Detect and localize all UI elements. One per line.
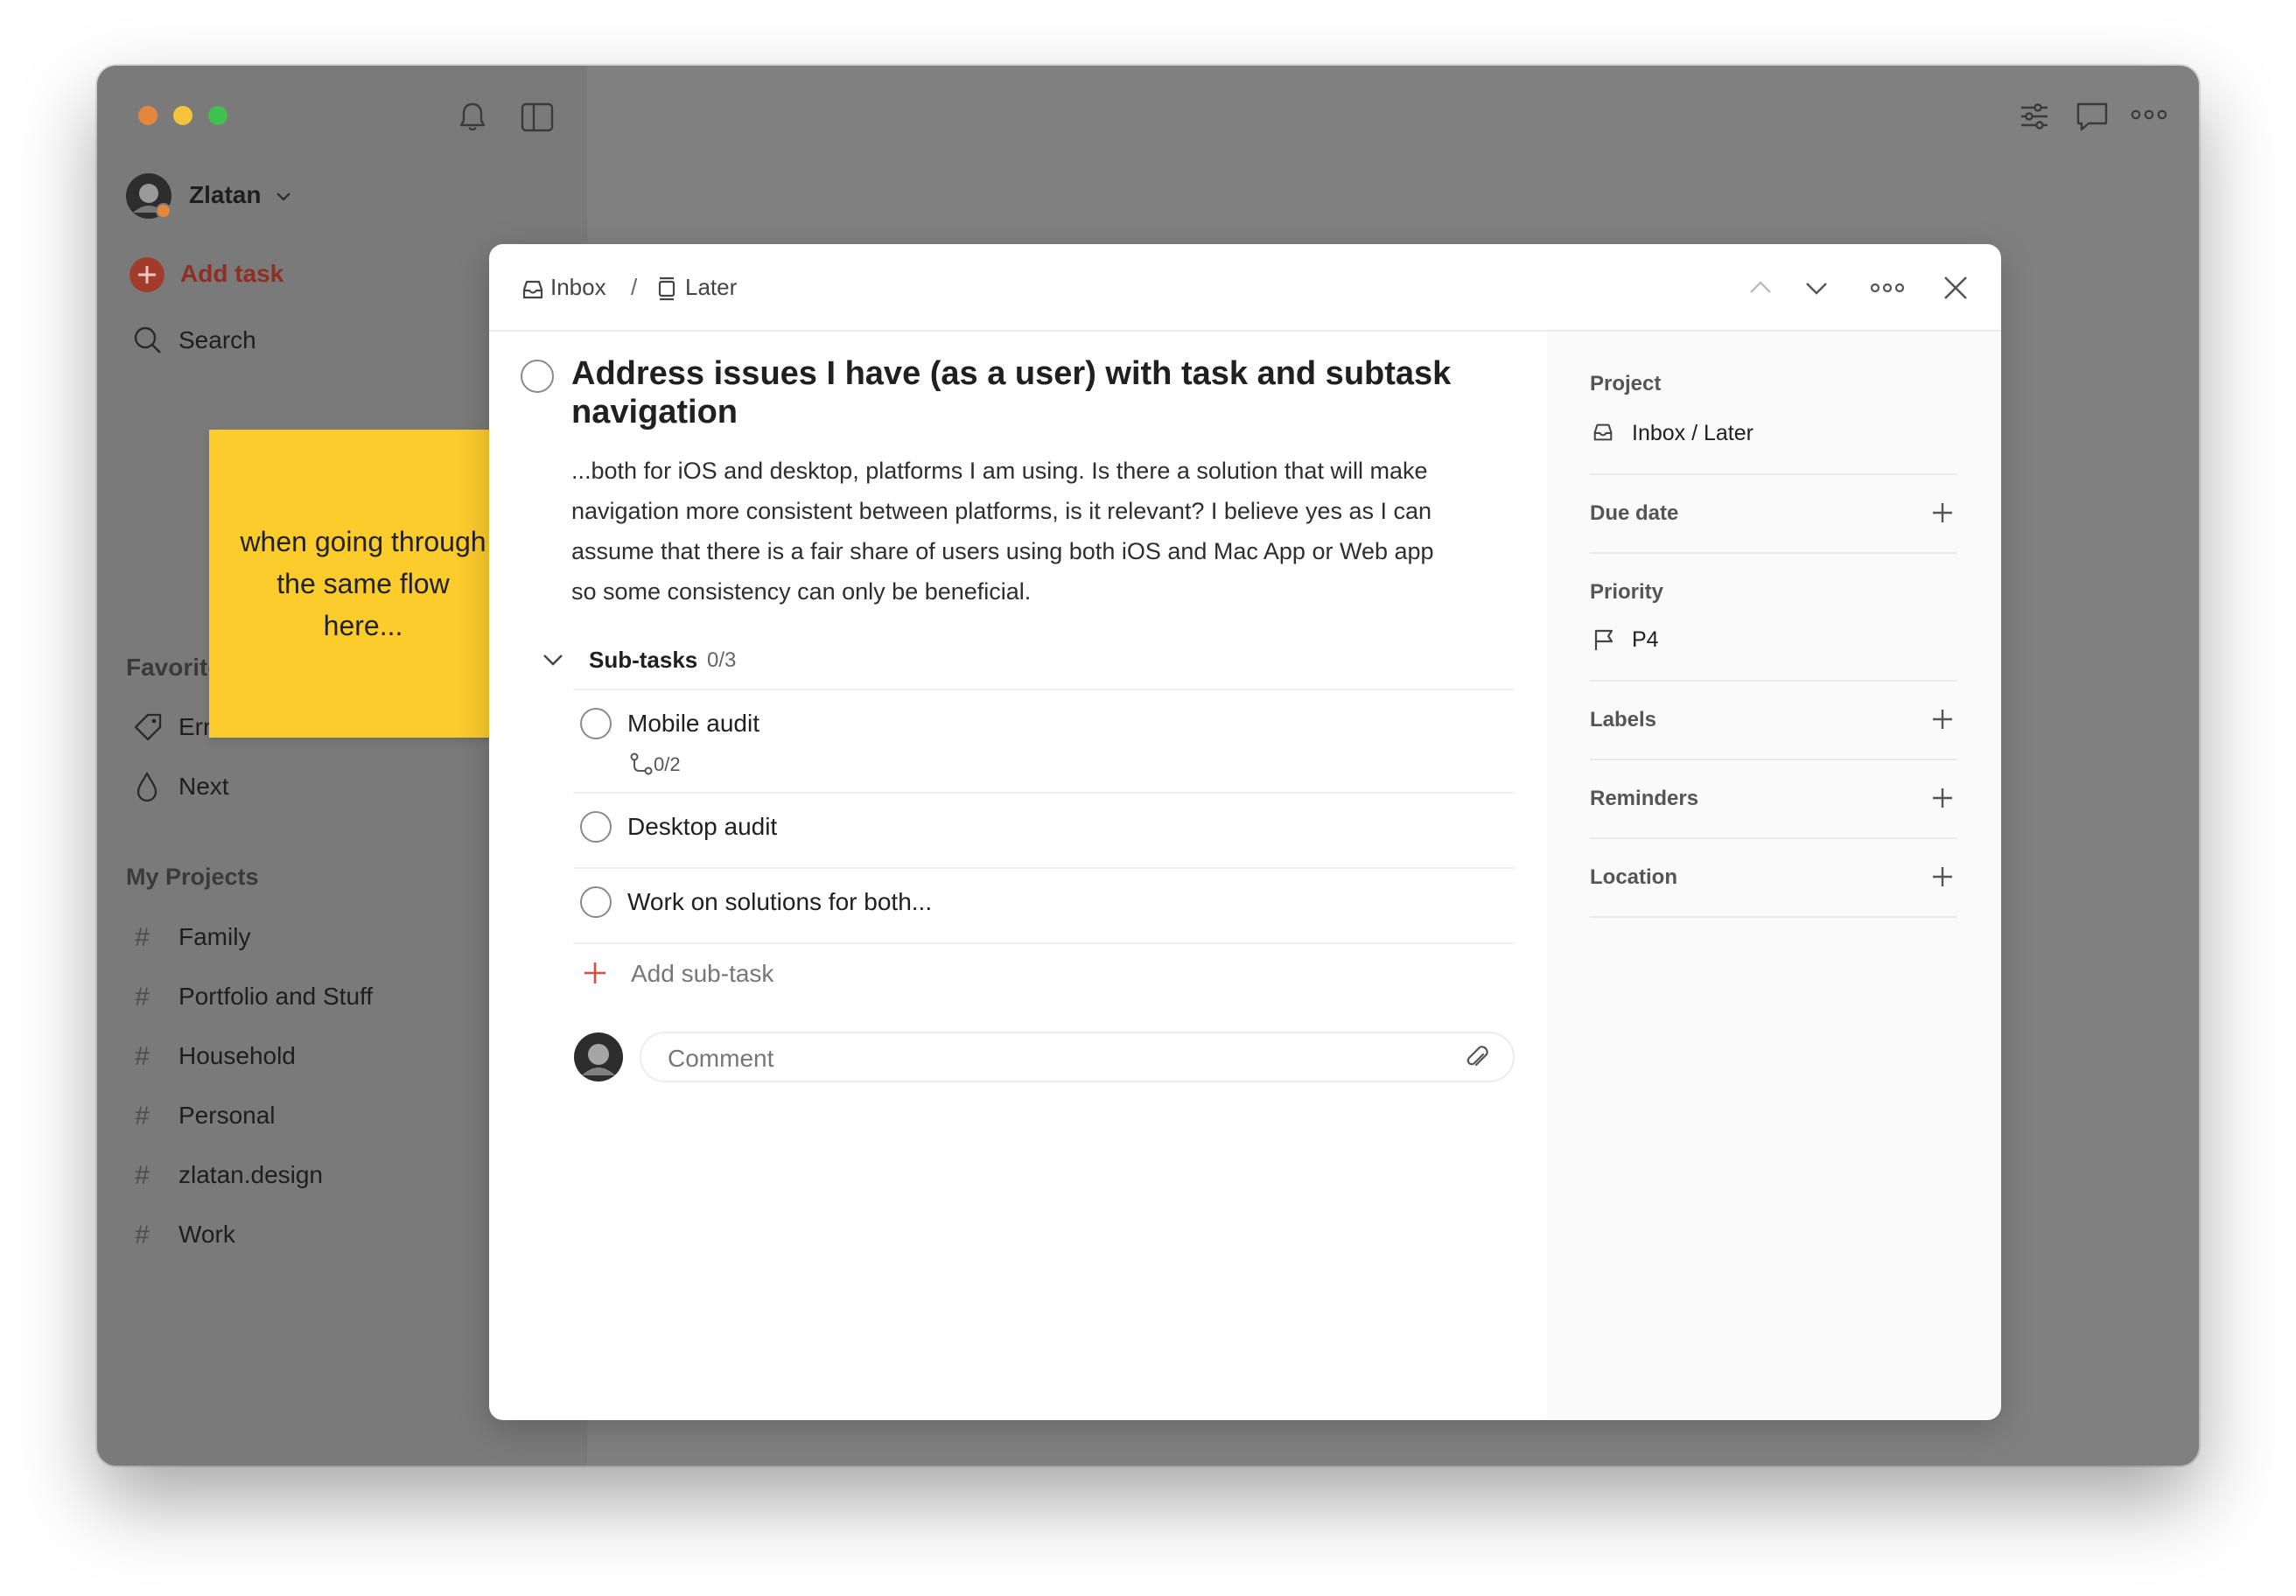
favorite-next[interactable]: Next [178, 773, 229, 801]
avatar [574, 1032, 623, 1082]
inbox-icon [522, 280, 543, 299]
location-label[interactable]: Location [1590, 865, 1677, 890]
plus-icon[interactable] [582, 960, 608, 986]
search-icon[interactable] [132, 325, 164, 356]
subtask-title[interactable]: Desktop audit [627, 813, 777, 841]
project-label: Family [178, 923, 251, 950]
description-line: ...both for iOS and desktop, platforms I… [571, 458, 1428, 484]
modal-header: Inbox / Later [489, 244, 2001, 332]
reminders-label[interactable]: Reminders [1590, 787, 1698, 811]
hash-icon: # [135, 923, 150, 952]
divider [1590, 837, 1957, 839]
comment-input[interactable]: Comment [640, 1032, 1515, 1082]
task-description[interactable]: ...both for iOS and desktop, platforms I… [571, 451, 1525, 612]
task-title[interactable]: Address issues I have (as a user) with t… [571, 354, 1508, 431]
search-button[interactable]: Search [178, 326, 256, 354]
minimize-window-button[interactable] [173, 106, 192, 125]
sticky-note-text: when going through the same flow here... [240, 526, 486, 641]
hash-icon: # [135, 1102, 150, 1130]
divider [1590, 759, 1957, 760]
description-line: so some consistency can only be benefici… [571, 578, 1032, 605]
subtask-title[interactable]: Mobile audit [627, 710, 760, 738]
divider [573, 867, 1515, 869]
chevron-up-icon[interactable] [1747, 277, 1774, 298]
close-icon[interactable] [1942, 274, 1970, 302]
breadcrumb-separator: / [631, 274, 638, 300]
labels-label[interactable]: Labels [1590, 708, 1656, 732]
project-label: zlatan.design [178, 1161, 324, 1188]
hash-icon: # [135, 1221, 150, 1250]
paperclip-icon[interactable] [1464, 1044, 1490, 1072]
divider [573, 689, 1515, 690]
hash-icon: # [135, 1042, 150, 1071]
subtask-branch-icon [630, 752, 653, 775]
priority-value[interactable]: P4 [1632, 627, 1659, 653]
breadcrumb-inbox[interactable]: Inbox [550, 274, 606, 301]
divider [573, 792, 1515, 794]
drop-icon [136, 771, 158, 802]
tag-icon [134, 713, 162, 741]
section-icon [658, 276, 676, 301]
project-label: Project [1590, 372, 1662, 396]
my-projects-heading[interactable]: My Projects [126, 864, 259, 891]
bell-icon[interactable] [458, 101, 487, 132]
divider [1590, 552, 1957, 554]
subtasks-count: 0/3 [707, 648, 737, 672]
subtask-checkbox[interactable] [580, 811, 612, 843]
divider [1590, 473, 1957, 475]
more-options-icon[interactable] [2131, 108, 2167, 122]
project-label: Portfolio and Stuff [178, 983, 374, 1010]
user-name[interactable]: Zlatan [189, 181, 261, 209]
divider [573, 942, 1515, 944]
subtask-title[interactable]: Work on solutions for both... [627, 888, 932, 916]
sticky-note: when going through the same flow here... [209, 430, 517, 738]
chevron-down-icon[interactable] [275, 190, 292, 202]
subtask-checkbox[interactable] [580, 886, 612, 918]
app-window: Zlatan Add task Search Favorites Errand … [97, 66, 2199, 1466]
subtasks-heading[interactable]: Sub-tasks [589, 647, 697, 674]
project-label: Work [178, 1221, 235, 1248]
divider [1590, 916, 1957, 918]
hash-icon: # [135, 1161, 150, 1190]
avatar[interactable] [125, 172, 172, 220]
subtask-progress: 0/2 [654, 753, 681, 775]
due-date-label[interactable]: Due date [1590, 501, 1678, 526]
add-task-button[interactable]: Add task [180, 260, 284, 288]
task-detail-modal: Inbox / Later Address issues I have (as … [489, 244, 2001, 1420]
more-options-icon[interactable] [1870, 281, 1905, 295]
collapse-chevron-icon[interactable] [542, 652, 564, 668]
close-window-button[interactable] [138, 106, 158, 125]
breadcrumb-section[interactable]: Later [685, 274, 737, 301]
project-value[interactable]: Inbox / Later [1632, 421, 1754, 446]
inbox-icon [1593, 424, 1613, 441]
hash-icon: # [135, 983, 150, 1012]
project-label: Personal [178, 1102, 276, 1129]
add-reminder-icon[interactable] [1931, 787, 1954, 809]
chevron-down-icon[interactable] [1803, 277, 1830, 298]
sidebar-toggle-icon[interactable] [521, 102, 554, 132]
add-subtask-button[interactable]: Add sub-task [631, 960, 774, 988]
project-label: Household [178, 1042, 296, 1069]
maximize-window-button[interactable] [208, 106, 228, 125]
task-complete-checkbox[interactable] [521, 360, 554, 393]
divider [1590, 680, 1957, 682]
description-line: assume that there is a fair share of use… [571, 538, 1434, 564]
view-options-icon[interactable] [2019, 101, 2050, 132]
task-details-panel: Project Inbox / Later Due date Priority … [1546, 332, 2001, 1420]
add-due-date-icon[interactable] [1931, 501, 1954, 524]
add-location-icon[interactable] [1931, 865, 1954, 888]
add-label-icon[interactable] [1931, 708, 1954, 731]
description-line: navigation more consistent between platf… [571, 498, 1432, 524]
flag-icon [1594, 629, 1614, 650]
comments-icon[interactable] [2075, 101, 2110, 134]
priority-label: Priority [1590, 580, 1664, 604]
add-task-icon[interactable] [129, 256, 165, 293]
comment-placeholder: Comment [668, 1045, 774, 1072]
subtask-checkbox[interactable] [580, 708, 612, 739]
